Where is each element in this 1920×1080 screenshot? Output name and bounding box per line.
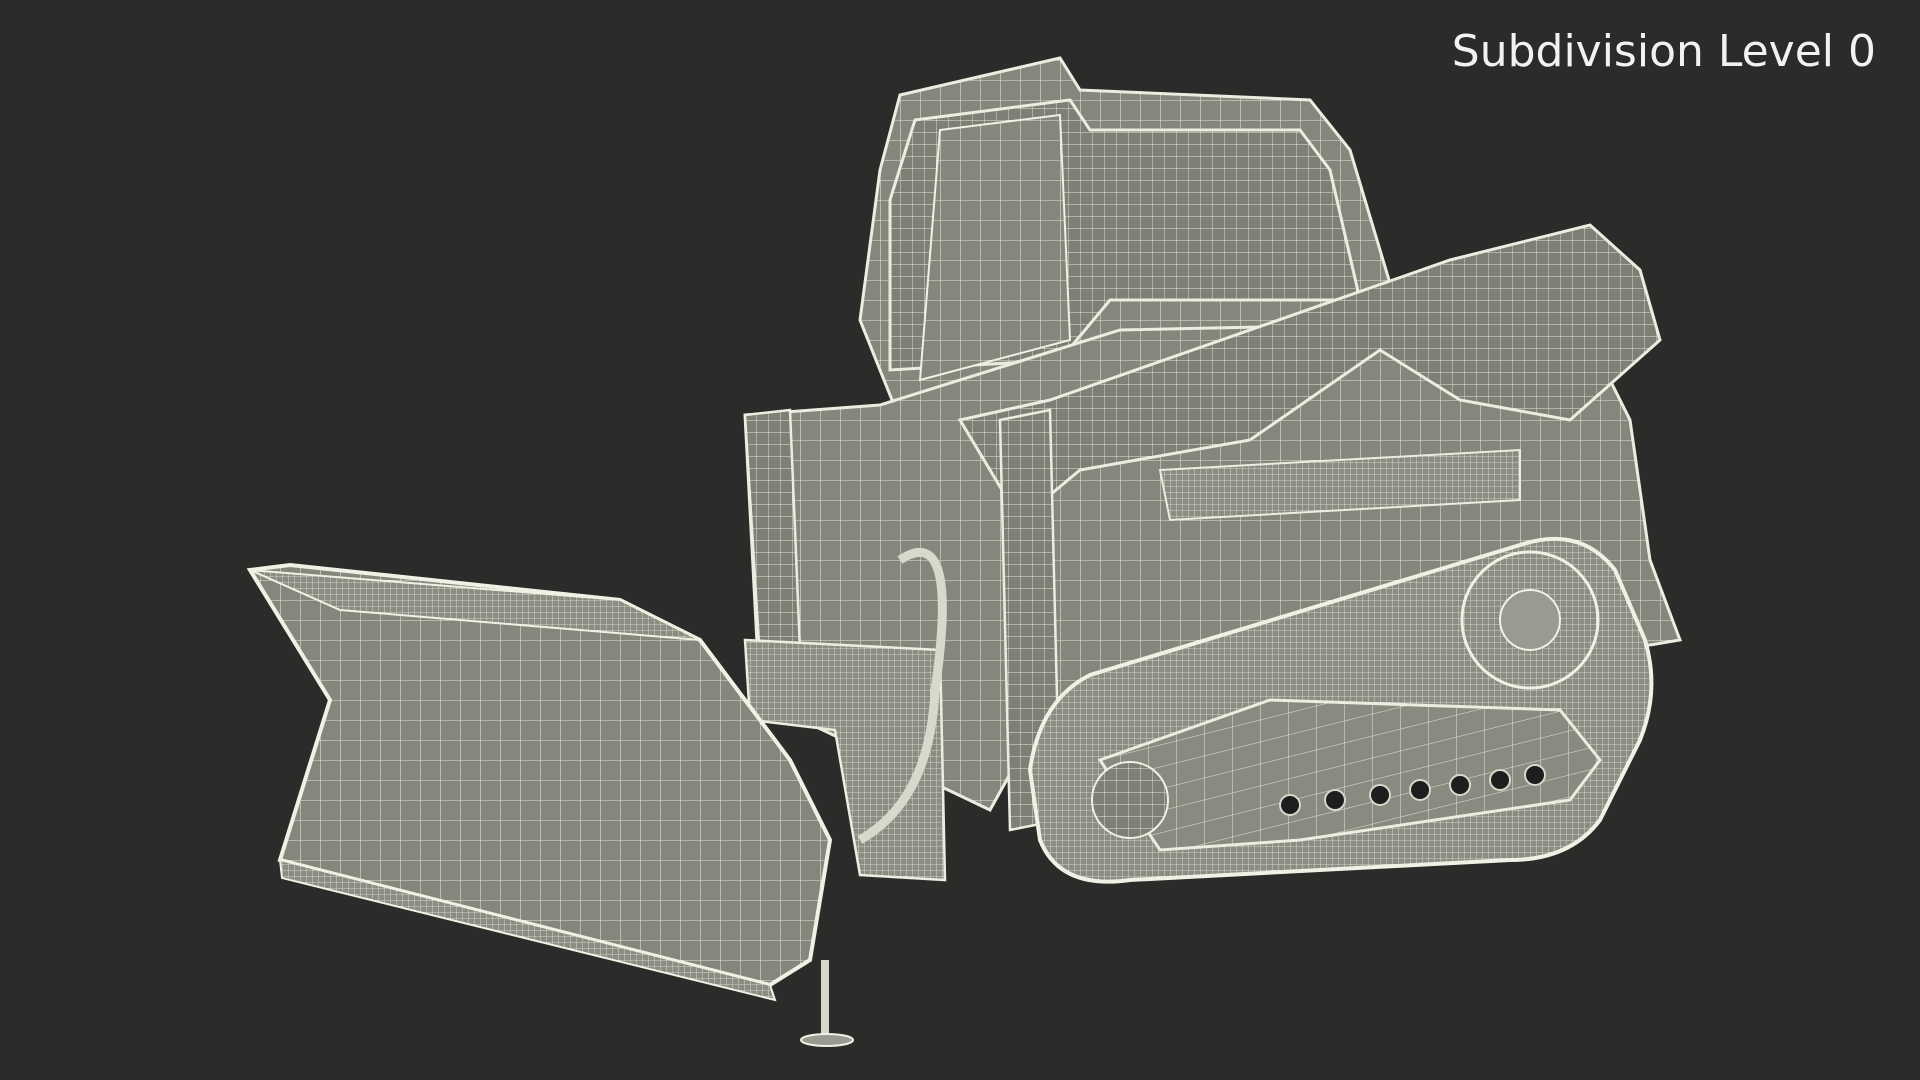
render-viewport: Subdivision Level 0	[0, 0, 1920, 1080]
subdivision-level-label: Subdivision Level 0	[1451, 26, 1876, 77]
wireframe-model	[246, 56, 1683, 1047]
